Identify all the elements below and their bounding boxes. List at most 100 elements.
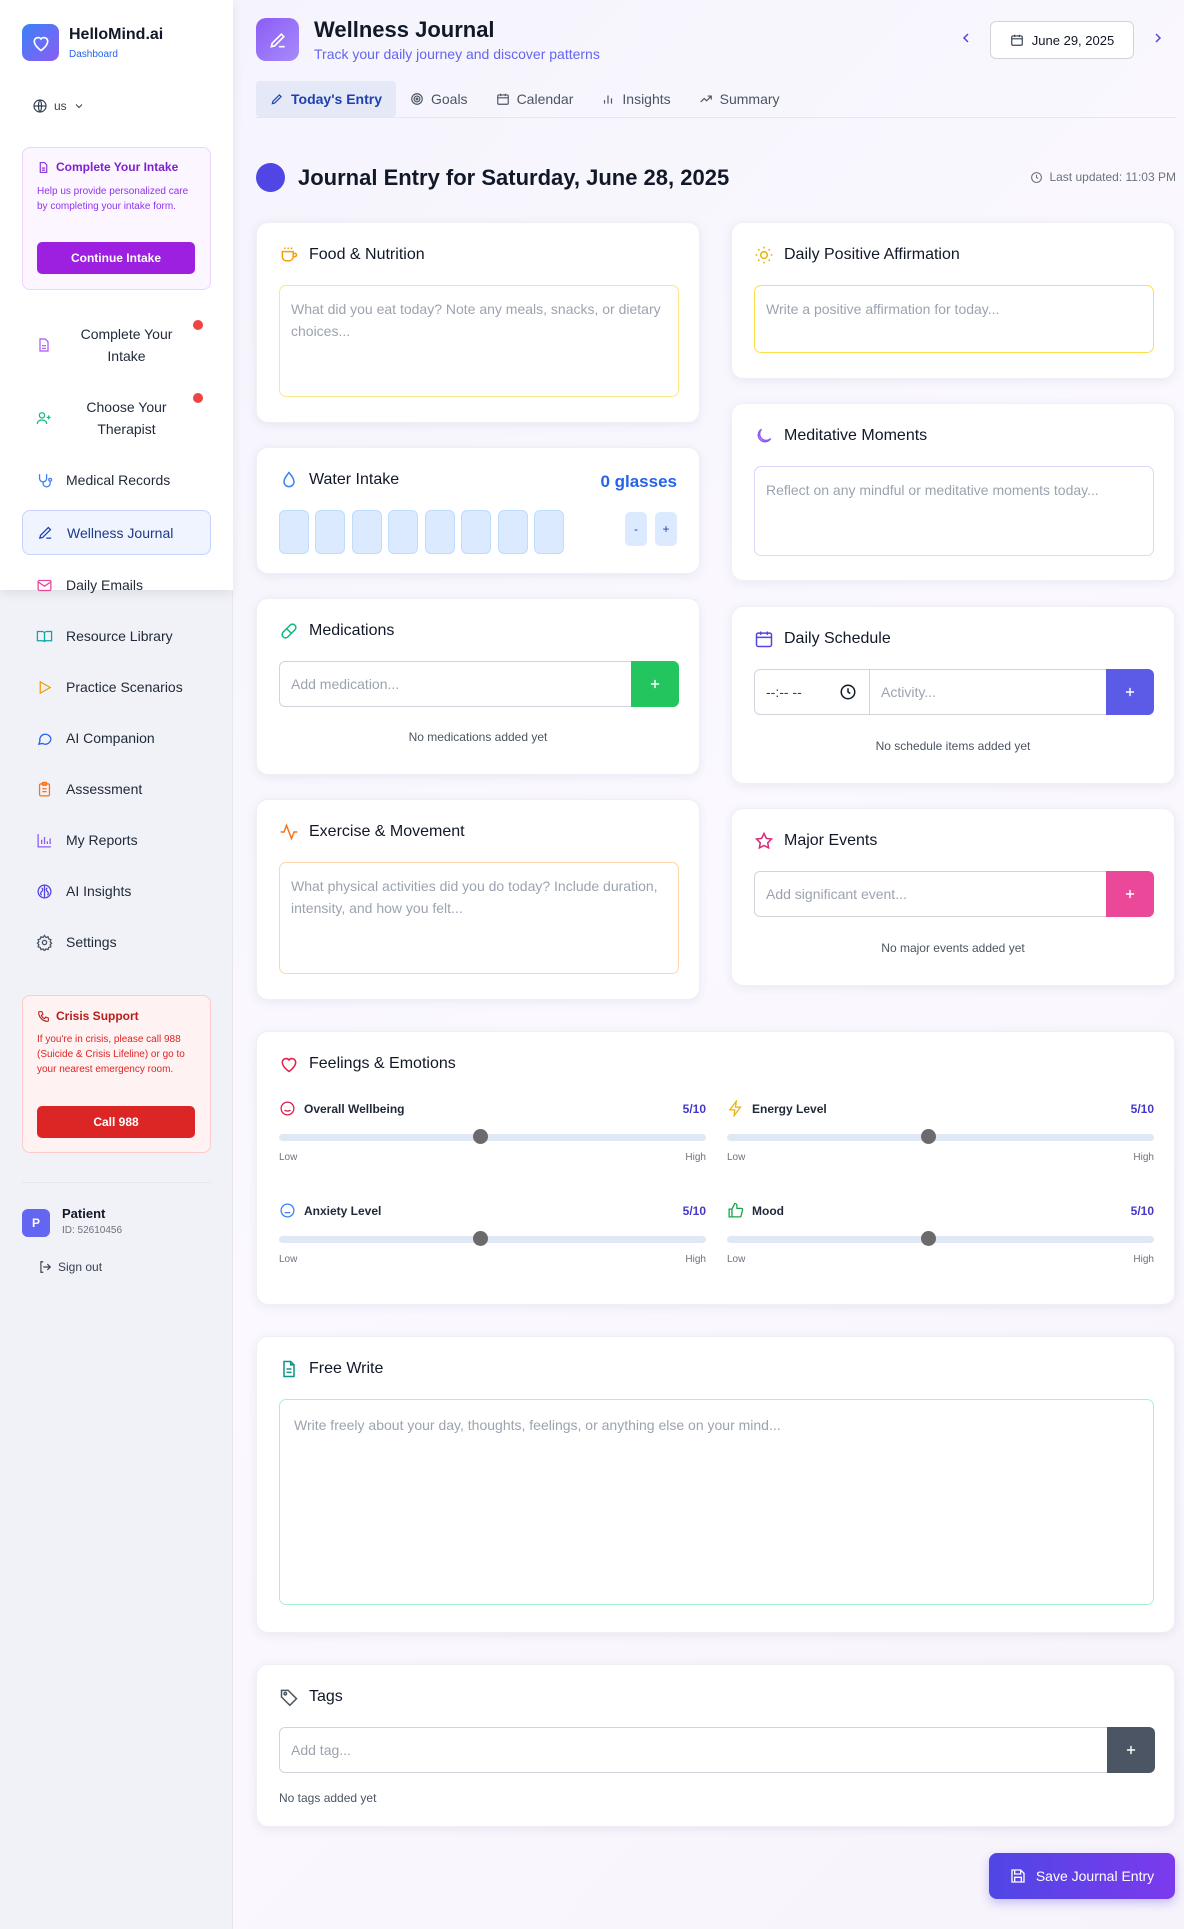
sidebar-item-ai-insights[interactable]: AI Insights bbox=[22, 878, 211, 904]
sidebar-item-practice-scenarios[interactable]: Practice Scenarios bbox=[22, 674, 211, 700]
water-decrement-button[interactable]: - bbox=[625, 512, 647, 546]
water-glass[interactable] bbox=[534, 510, 564, 554]
call-988-button[interactable]: Call 988 bbox=[37, 1106, 195, 1138]
trending-up-icon bbox=[699, 95, 712, 103]
continue-intake-button[interactable]: Continue Intake bbox=[37, 242, 195, 274]
medication-input[interactable]: Add medication... bbox=[279, 661, 633, 707]
language-selector[interactable]: us bbox=[32, 98, 85, 114]
water-glass[interactable] bbox=[352, 510, 382, 554]
slider-thumb[interactable] bbox=[473, 1129, 489, 1144]
slider-thumb[interactable] bbox=[473, 1231, 489, 1246]
plus-icon bbox=[650, 679, 660, 689]
sidebar-item-medical-records[interactable]: Medical Records bbox=[22, 467, 211, 493]
tab-goals[interactable]: Goals bbox=[396, 81, 482, 117]
card-title: Water Intake bbox=[309, 471, 400, 488]
tags-empty-text: No tags added yet bbox=[279, 1791, 377, 1805]
activity-pulse-icon bbox=[280, 823, 298, 841]
tag-input[interactable]: Add tag... bbox=[279, 1727, 1109, 1773]
card-title: Exercise & Movement bbox=[309, 823, 465, 840]
calendar-icon bbox=[496, 93, 509, 105]
tab-summary[interactable]: Summary bbox=[685, 81, 794, 117]
coffee-cup-icon bbox=[281, 247, 298, 262]
add-event-button[interactable] bbox=[1106, 871, 1154, 917]
slider-track[interactable] bbox=[279, 1134, 706, 1141]
slider-overall-wellbeing: Overall Wellbeing 5/10 Low High bbox=[279, 1100, 706, 1170]
mail-icon bbox=[37, 579, 52, 591]
slider-thumb[interactable] bbox=[921, 1231, 937, 1246]
slider-track[interactable] bbox=[279, 1236, 706, 1243]
water-glass[interactable] bbox=[388, 510, 418, 554]
water-glass[interactable] bbox=[461, 510, 491, 554]
meditative-textarea[interactable]: Reflect on any mindful or meditative mom… bbox=[754, 466, 1154, 556]
water-glass[interactable] bbox=[315, 510, 345, 554]
sidebar-item-label: Practice Scenarios bbox=[66, 679, 183, 695]
add-schedule-button[interactable] bbox=[1106, 669, 1154, 715]
page-subtitle: Track your daily journey and discover pa… bbox=[314, 46, 600, 62]
tab-insights[interactable]: Insights bbox=[587, 81, 684, 117]
tab-label: Today's Entry bbox=[291, 91, 382, 107]
sidebar-item-daily-emails[interactable]: Daily Emails bbox=[22, 572, 211, 598]
file-icon bbox=[39, 161, 48, 173]
sidebar-item-label: Wellness Journal bbox=[67, 524, 174, 541]
free-write-textarea[interactable]: Write freely about your day, thoughts, f… bbox=[279, 1399, 1154, 1605]
water-glass[interactable] bbox=[425, 510, 455, 554]
sidebar-item-wellness-journal[interactable]: Wellness Journal bbox=[22, 510, 211, 555]
sun-icon bbox=[755, 246, 773, 264]
tab-label: Summary bbox=[719, 91, 780, 107]
schedule-time-input[interactable]: --:-- -- bbox=[754, 669, 870, 715]
water-increment-button[interactable]: + bbox=[655, 512, 677, 546]
sidebar-item-ai-companion[interactable]: AI Companion bbox=[22, 725, 211, 751]
slider-track[interactable] bbox=[727, 1134, 1154, 1141]
sidebar-item-label: My Reports bbox=[66, 832, 138, 848]
date-picker-button[interactable]: June 29, 2025 bbox=[990, 21, 1134, 59]
sidebar-item-label: Choose Your Therapist bbox=[86, 399, 167, 437]
plus-icon bbox=[1125, 687, 1135, 697]
event-input[interactable]: Add significant event... bbox=[754, 871, 1108, 917]
sidebar-item-resource-library[interactable]: Resource Library bbox=[22, 623, 211, 649]
affirmation-textarea[interactable]: Write a positive affirmation for today..… bbox=[754, 285, 1154, 353]
food-textarea[interactable]: What did you eat today? Note any meals, … bbox=[279, 285, 679, 397]
intake-card-title: Complete Your Intake bbox=[56, 160, 179, 174]
card-title: Medications bbox=[309, 622, 395, 639]
card-title: Food & Nutrition bbox=[309, 246, 425, 263]
save-journal-button[interactable]: Save Journal Entry bbox=[989, 1853, 1175, 1899]
slider-anxiety-level: Anxiety Level 5/10 Low High bbox=[279, 1202, 706, 1272]
card-title: Major Events bbox=[784, 832, 878, 849]
tabs-divider bbox=[256, 117, 1176, 118]
slider-label: Anxiety Level bbox=[304, 1203, 382, 1218]
add-tag-button[interactable] bbox=[1107, 1727, 1155, 1773]
add-medication-button[interactable] bbox=[631, 661, 679, 707]
sign-out-button[interactable]: Sign out bbox=[38, 1260, 102, 1274]
next-day-button[interactable] bbox=[1150, 30, 1166, 46]
water-glass[interactable] bbox=[498, 510, 528, 554]
tab-label: Calendar bbox=[516, 91, 574, 107]
user-id: ID: 52610456 bbox=[62, 1225, 123, 1236]
water-intake-card: Water Intake 0 glasses - + bbox=[256, 447, 700, 574]
tab-calendar[interactable]: Calendar bbox=[482, 81, 588, 117]
slider-low-label: Low bbox=[727, 1254, 746, 1265]
water-glass[interactable] bbox=[279, 510, 309, 554]
feelings-card: Feelings & Emotions Overall Wellbeing 5/… bbox=[256, 1031, 1175, 1305]
sidebar-item-my-reports[interactable]: My Reports bbox=[22, 827, 211, 853]
prev-day-button[interactable] bbox=[958, 30, 974, 46]
slider-low-label: Low bbox=[279, 1152, 298, 1163]
tab-todays-entry[interactable]: Today's Entry bbox=[256, 81, 396, 117]
schedule-activity-input[interactable]: Activity... bbox=[869, 669, 1108, 715]
last-updated-text: Last updated: 11:03 PM bbox=[1049, 170, 1176, 184]
sidebar-item-choose-therapist[interactable]: Choose Your Therapist bbox=[22, 393, 211, 443]
brand-subtitle[interactable]: Dashboard bbox=[69, 49, 118, 60]
slider-label: Energy Level bbox=[752, 1101, 827, 1116]
heart-logo-icon[interactable] bbox=[22, 24, 59, 61]
sidebar-item-complete-intake[interactable]: Complete Your Intake bbox=[22, 320, 211, 370]
exercise-textarea[interactable]: What physical activities did you do toda… bbox=[279, 862, 679, 974]
bolt-icon bbox=[728, 1100, 742, 1117]
sidebar-item-settings[interactable]: Settings bbox=[22, 929, 211, 955]
tag-icon bbox=[280, 1689, 298, 1707]
slider-low-label: Low bbox=[279, 1254, 298, 1265]
slider-track[interactable] bbox=[727, 1236, 1154, 1243]
card-title: Free Write bbox=[309, 1360, 384, 1377]
logout-icon bbox=[40, 1261, 52, 1273]
slider-thumb[interactable] bbox=[921, 1129, 937, 1144]
sidebar-item-assessment[interactable]: Assessment bbox=[22, 776, 211, 802]
divider bbox=[22, 1182, 211, 1183]
